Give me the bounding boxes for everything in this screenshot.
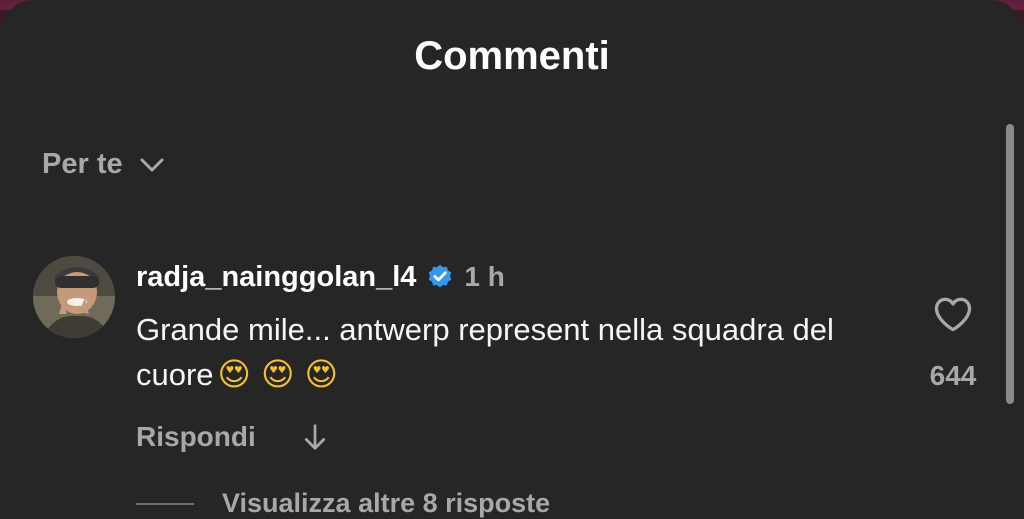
comments-sheet: Commenti Per te radja_nainggolan_l4 1 h … bbox=[0, 0, 1024, 519]
avatar[interactable] bbox=[33, 256, 115, 338]
like-area: 644 bbox=[910, 292, 996, 392]
reply-button[interactable]: Rispondi bbox=[136, 421, 256, 453]
comment-actions: Rispondi bbox=[136, 421, 896, 453]
comment-time: 1 h bbox=[464, 261, 505, 292]
replies-divider-line bbox=[136, 502, 194, 505]
comment-header: radja_nainggolan_l4 1 h bbox=[136, 256, 896, 298]
comment: radja_nainggolan_l4 1 h Grande mile... a… bbox=[136, 256, 896, 453]
view-replies-label: Visualizza altre 8 risposte bbox=[222, 488, 551, 518]
arrow-down-icon[interactable] bbox=[300, 422, 330, 452]
comment-username[interactable]: radja_nainggolan_l4 bbox=[136, 261, 416, 294]
sort-dropdown[interactable]: Per te bbox=[42, 148, 167, 181]
scrollbar[interactable] bbox=[1006, 124, 1014, 404]
chevron-down-icon bbox=[140, 158, 164, 171]
heart-outline-icon[interactable] bbox=[931, 292, 975, 336]
sheet-title: Commenti bbox=[414, 34, 610, 78]
verified-badge-icon bbox=[429, 264, 452, 288]
like-count: 644 bbox=[929, 360, 977, 391]
sort-label: Per te bbox=[42, 148, 123, 180]
comment-text-block: Grande mile... antwerp represent nella s… bbox=[136, 308, 856, 397]
view-replies-button[interactable]: Visualizza altre 8 risposte bbox=[136, 488, 550, 519]
heart-eyes-emoji: 😍 😍 😍 bbox=[217, 355, 338, 393]
screen: Commenti Per te radja_nainggolan_l4 1 h … bbox=[0, 0, 1024, 519]
